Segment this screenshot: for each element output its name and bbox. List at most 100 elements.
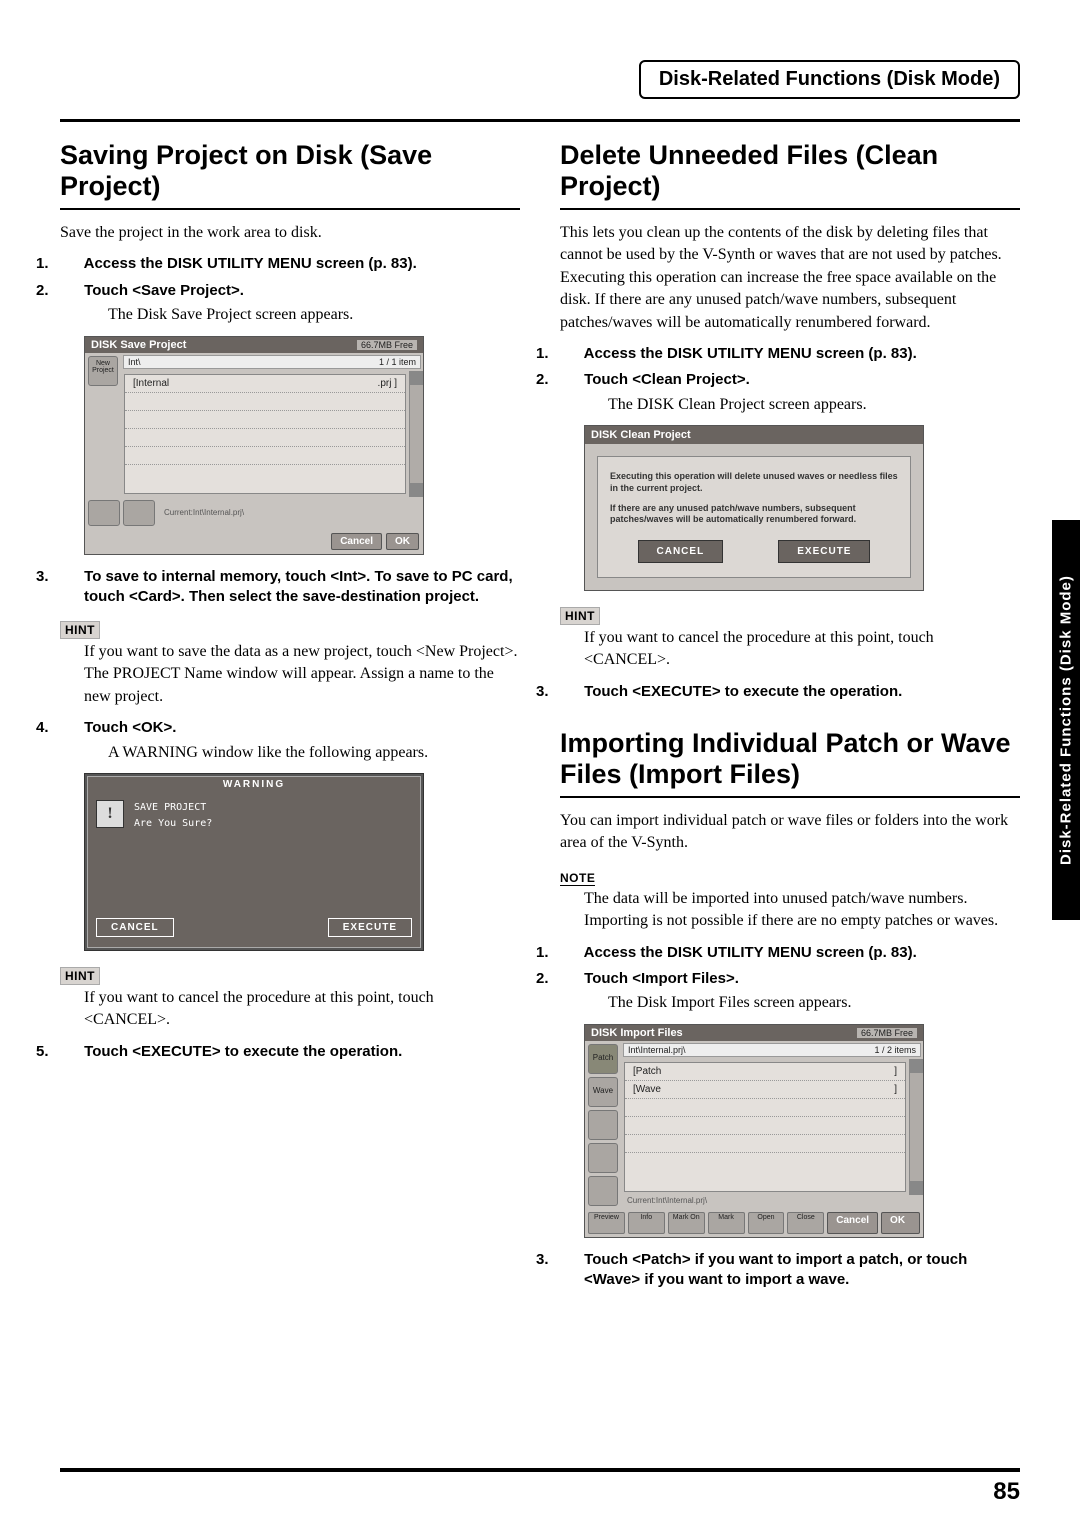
step-r6-text: Touch <Patch> if you want to import a pa…	[584, 1251, 967, 1288]
scroll-up-icon[interactable]	[910, 1059, 923, 1073]
file-row-empty	[625, 1117, 905, 1135]
import-cancel-button[interactable]: Cancel	[827, 1212, 878, 1234]
step-r5: 2. Touch <Import Files>. The Disk Import…	[560, 969, 1020, 1014]
file-row-patch[interactable]: [Patch ]	[625, 1063, 905, 1081]
current-path: Current:Int\Internal.prj\	[621, 1195, 923, 1206]
hint-2: If you want to cancel the procedure at t…	[84, 987, 520, 1032]
screenshot-disk-import-files: DISK Import Files 66.7MB Free Patch Wave…	[584, 1024, 924, 1238]
step-5-text: Touch <EXECUTE> to execute the operation…	[84, 1043, 402, 1060]
step-2: 2. Touch <Save Project>. The Disk Save P…	[60, 281, 520, 326]
step-1: 1. Access the DISK UTILITY MENU screen (…	[60, 254, 520, 274]
scrollbar[interactable]	[409, 371, 423, 497]
scroll-up-icon[interactable]	[410, 371, 423, 385]
int-icon[interactable]	[588, 1143, 618, 1173]
mark-button[interactable]: Mark	[708, 1212, 745, 1234]
markon-button[interactable]: Mark On	[668, 1212, 705, 1234]
intro-clean: This lets you clean up the contents of t…	[560, 222, 1020, 334]
step-4-text: Touch <OK>.	[84, 719, 176, 736]
side-tab: Disk-Related Functions (Disk Mode)	[1052, 520, 1080, 920]
step-3: 3. To save to internal memory, touch <In…	[60, 567, 520, 608]
shot2-items: 1 / 2 items	[874, 1045, 916, 1055]
file-row-empty	[125, 393, 405, 411]
section-rule	[560, 796, 1020, 798]
step-r4: 1. Access the DISK UTILITY MENU screen (…	[560, 943, 1020, 963]
warn-line2: Are You Sure?	[134, 816, 212, 832]
note-import: The data will be imported into unused pa…	[584, 888, 1020, 933]
card-icon[interactable]	[123, 500, 155, 526]
row-ext: .prj ]	[378, 378, 397, 389]
shot1-path: Int\	[128, 357, 141, 367]
chapter-header: Disk-Related Functions (Disk Mode)	[639, 60, 1020, 99]
left-column: Saving Project on Disk (Save Project) Sa…	[60, 140, 520, 1300]
step-2-text: Touch <Save Project>.	[84, 282, 244, 299]
shot1-title: DISK Save Project	[91, 339, 186, 351]
section-clean-project: Delete Unneeded Files (Clean Project)	[560, 140, 1020, 202]
shot2-title: DISK Import Files	[591, 1027, 683, 1039]
preview-button[interactable]: Preview	[588, 1212, 625, 1234]
step-r6: 3. Touch <Patch> if you want to import a…	[560, 1250, 1020, 1291]
step-r2-text: Touch <Clean Project>.	[584, 371, 750, 388]
hint-r1: If you want to cancel the procedure at t…	[584, 627, 1020, 672]
hint-1: If you want to save the data as a new pr…	[84, 641, 520, 708]
warn-line1: SAVE PROJECT	[134, 800, 212, 816]
section-rule	[60, 208, 520, 210]
new-project-button[interactable]: New Project	[88, 356, 118, 386]
section-import-files: Importing Individual Patch or Wave Files…	[560, 728, 1020, 790]
clean-cancel-button[interactable]: CANCEL	[638, 540, 724, 563]
right-column: Delete Unneeded Files (Clean Project) Th…	[560, 140, 1020, 1300]
step-4-sub: A WARNING window like the following appe…	[108, 742, 520, 764]
section-rule	[560, 208, 1020, 210]
note-label: NOTE	[560, 871, 595, 886]
step-4: 4. Touch <OK>. A WARNING window like the…	[60, 718, 520, 763]
file-row-empty	[125, 411, 405, 429]
int-icon[interactable]	[88, 500, 120, 526]
scrollbar[interactable]	[909, 1059, 923, 1195]
screenshot-clean-project: DISK Clean Project Executing this operat…	[584, 425, 924, 591]
cancel-button[interactable]: Cancel	[331, 533, 382, 550]
warn-cancel-button[interactable]: CANCEL	[96, 918, 174, 937]
warn-title: WARNING	[88, 777, 420, 792]
section-save-project: Saving Project on Disk (Save Project)	[60, 140, 520, 202]
clean-execute-button[interactable]: EXECUTE	[778, 540, 870, 563]
intro-save: Save the project in the work area to dis…	[60, 222, 520, 244]
clean-msg1: Executing this operation will delete unu…	[610, 471, 898, 494]
step-5: 5. Touch <EXECUTE> to execute the operat…	[60, 1042, 520, 1062]
file-row-wave[interactable]: [Wave ]	[625, 1081, 905, 1099]
page-number: 85	[993, 1478, 1020, 1506]
hint-label: HINT	[60, 621, 100, 639]
warn-execute-button[interactable]: EXECUTE	[328, 918, 412, 937]
shot2-free: 66.7MB Free	[857, 1028, 917, 1038]
current-path: Current:Int\Internal.prj\	[158, 507, 423, 518]
ok-button[interactable]: OK	[386, 533, 419, 550]
card-icon[interactable]	[588, 1176, 618, 1206]
step-3-text: To save to internal memory, touch <Int>.…	[84, 568, 513, 605]
file-row-empty	[125, 429, 405, 447]
info-button[interactable]: Info	[628, 1212, 665, 1234]
patch-tab[interactable]: Patch	[588, 1044, 618, 1074]
file-row-empty	[625, 1135, 905, 1153]
header-rule	[60, 119, 1020, 122]
row-name: [Wave	[633, 1084, 894, 1095]
scroll-down-icon[interactable]	[910, 1181, 923, 1195]
hint-label: HINT	[560, 607, 600, 625]
wave-tab[interactable]: Wave	[588, 1077, 618, 1107]
screenshot-disk-save-project: DISK Save Project 66.7MB Free New Projec…	[84, 336, 424, 555]
step-r5-sub: The Disk Import Files screen appears.	[608, 992, 1020, 1014]
step-r1: 1. Access the DISK UTILITY MENU screen (…	[560, 344, 1020, 364]
intro-import: You can import individual patch or wave …	[560, 810, 1020, 855]
shot1-items: 1 / 1 item	[379, 357, 416, 367]
open-button[interactable]: Open	[748, 1212, 785, 1234]
preset-icon[interactable]	[588, 1110, 618, 1140]
step-2-sub: The Disk Save Project screen appears.	[108, 304, 520, 326]
footer-rule	[60, 1468, 1020, 1472]
file-row-internal[interactable]: [Internal .prj ]	[125, 375, 405, 393]
scroll-down-icon[interactable]	[410, 483, 423, 497]
row-ext: ]	[894, 1066, 897, 1077]
hint-label: HINT	[60, 967, 100, 985]
step-r4-text: Access the DISK UTILITY MENU screen (p. …	[584, 944, 917, 961]
step-r3: 3. Touch <EXECUTE> to execute the operat…	[560, 682, 1020, 702]
import-ok-button[interactable]: OK	[881, 1212, 920, 1234]
close-button[interactable]: Close	[787, 1212, 824, 1234]
row-ext: ]	[894, 1084, 897, 1095]
file-row-empty	[125, 447, 405, 465]
